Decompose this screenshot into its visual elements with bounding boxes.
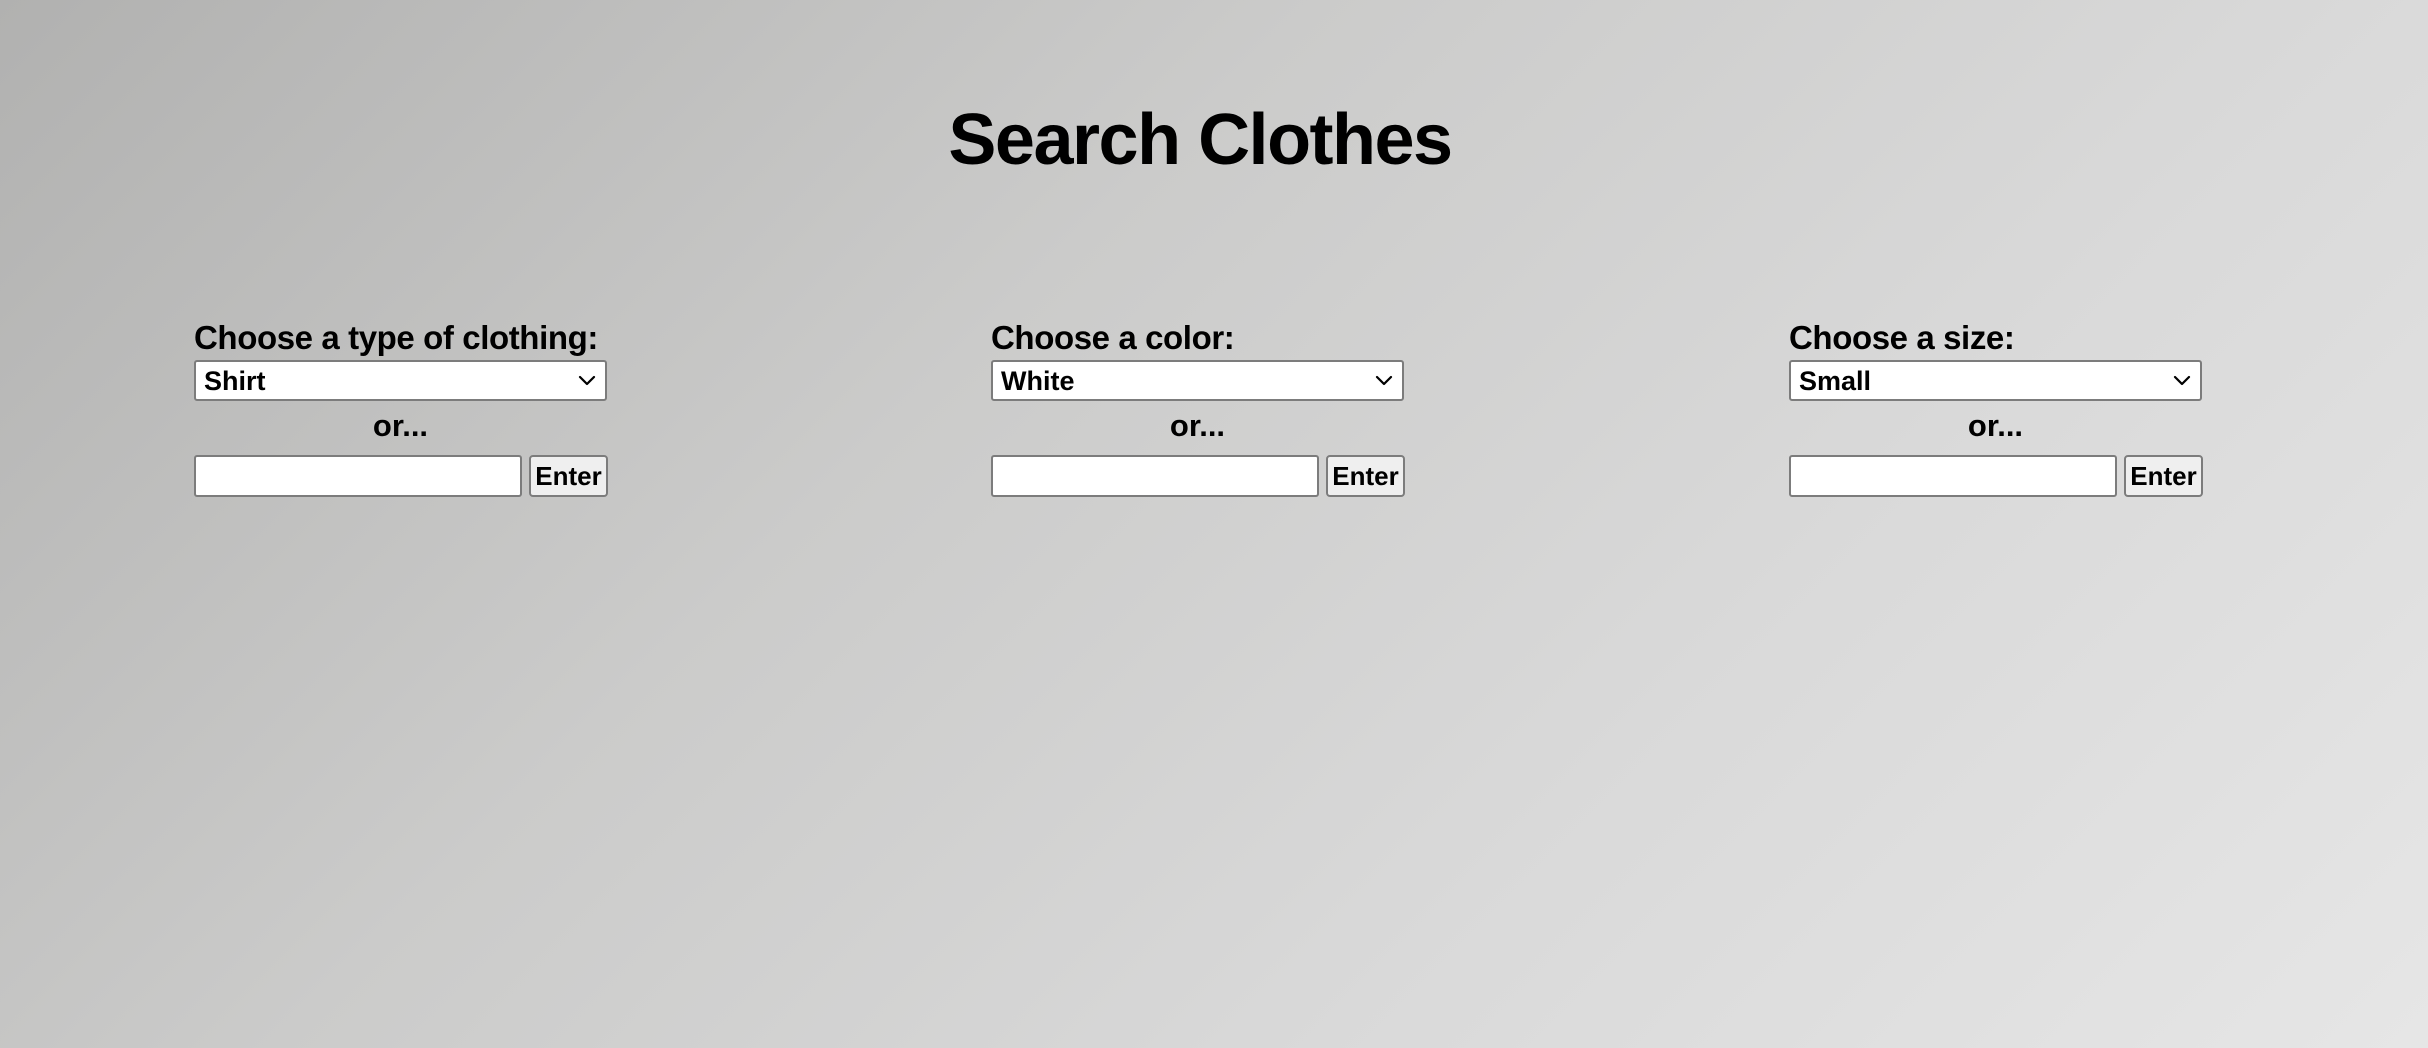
color-label: Choose a color: [991, 319, 1235, 356]
chevron-down-icon [2173, 375, 2191, 386]
clothing-type-input[interactable] [194, 455, 522, 497]
size-select[interactable]: Small [1789, 360, 2202, 401]
color-filter: Choose a color: White or... Enter [991, 316, 1406, 497]
chevron-down-icon [1375, 375, 1393, 386]
size-label: Choose a size: [1789, 319, 2015, 356]
color-enter-button[interactable]: Enter [1326, 455, 1405, 497]
color-entry-row: Enter [991, 455, 1406, 497]
size-enter-button[interactable]: Enter [2124, 455, 2203, 497]
size-or-text: or... [1967, 408, 2024, 443]
color-select[interactable]: White [991, 360, 1404, 401]
size-filter: Choose a size: Small or... Enter [1789, 316, 2204, 497]
clothing-type-enter-button[interactable]: Enter [529, 455, 608, 497]
clothing-type-or-text: or... [372, 408, 429, 443]
page-title: Search Clothes [948, 100, 1453, 180]
color-or-text: or... [1169, 408, 1226, 443]
size-selected-value: Small [1799, 366, 1872, 396]
color-input[interactable] [991, 455, 1319, 497]
size-entry-row: Enter [1789, 455, 2204, 497]
clothing-type-filter: Choose a type of clothing: Shirt or... E… [194, 316, 609, 497]
clothing-type-label: Choose a type of clothing: [194, 319, 598, 356]
size-input[interactable] [1789, 455, 2117, 497]
clothing-type-selected-value: Shirt [204, 366, 266, 396]
clothing-type-select[interactable]: Shirt [194, 360, 607, 401]
color-selected-value: White [1001, 366, 1075, 396]
clothing-type-entry-row: Enter [194, 455, 609, 497]
chevron-down-icon [578, 375, 596, 386]
